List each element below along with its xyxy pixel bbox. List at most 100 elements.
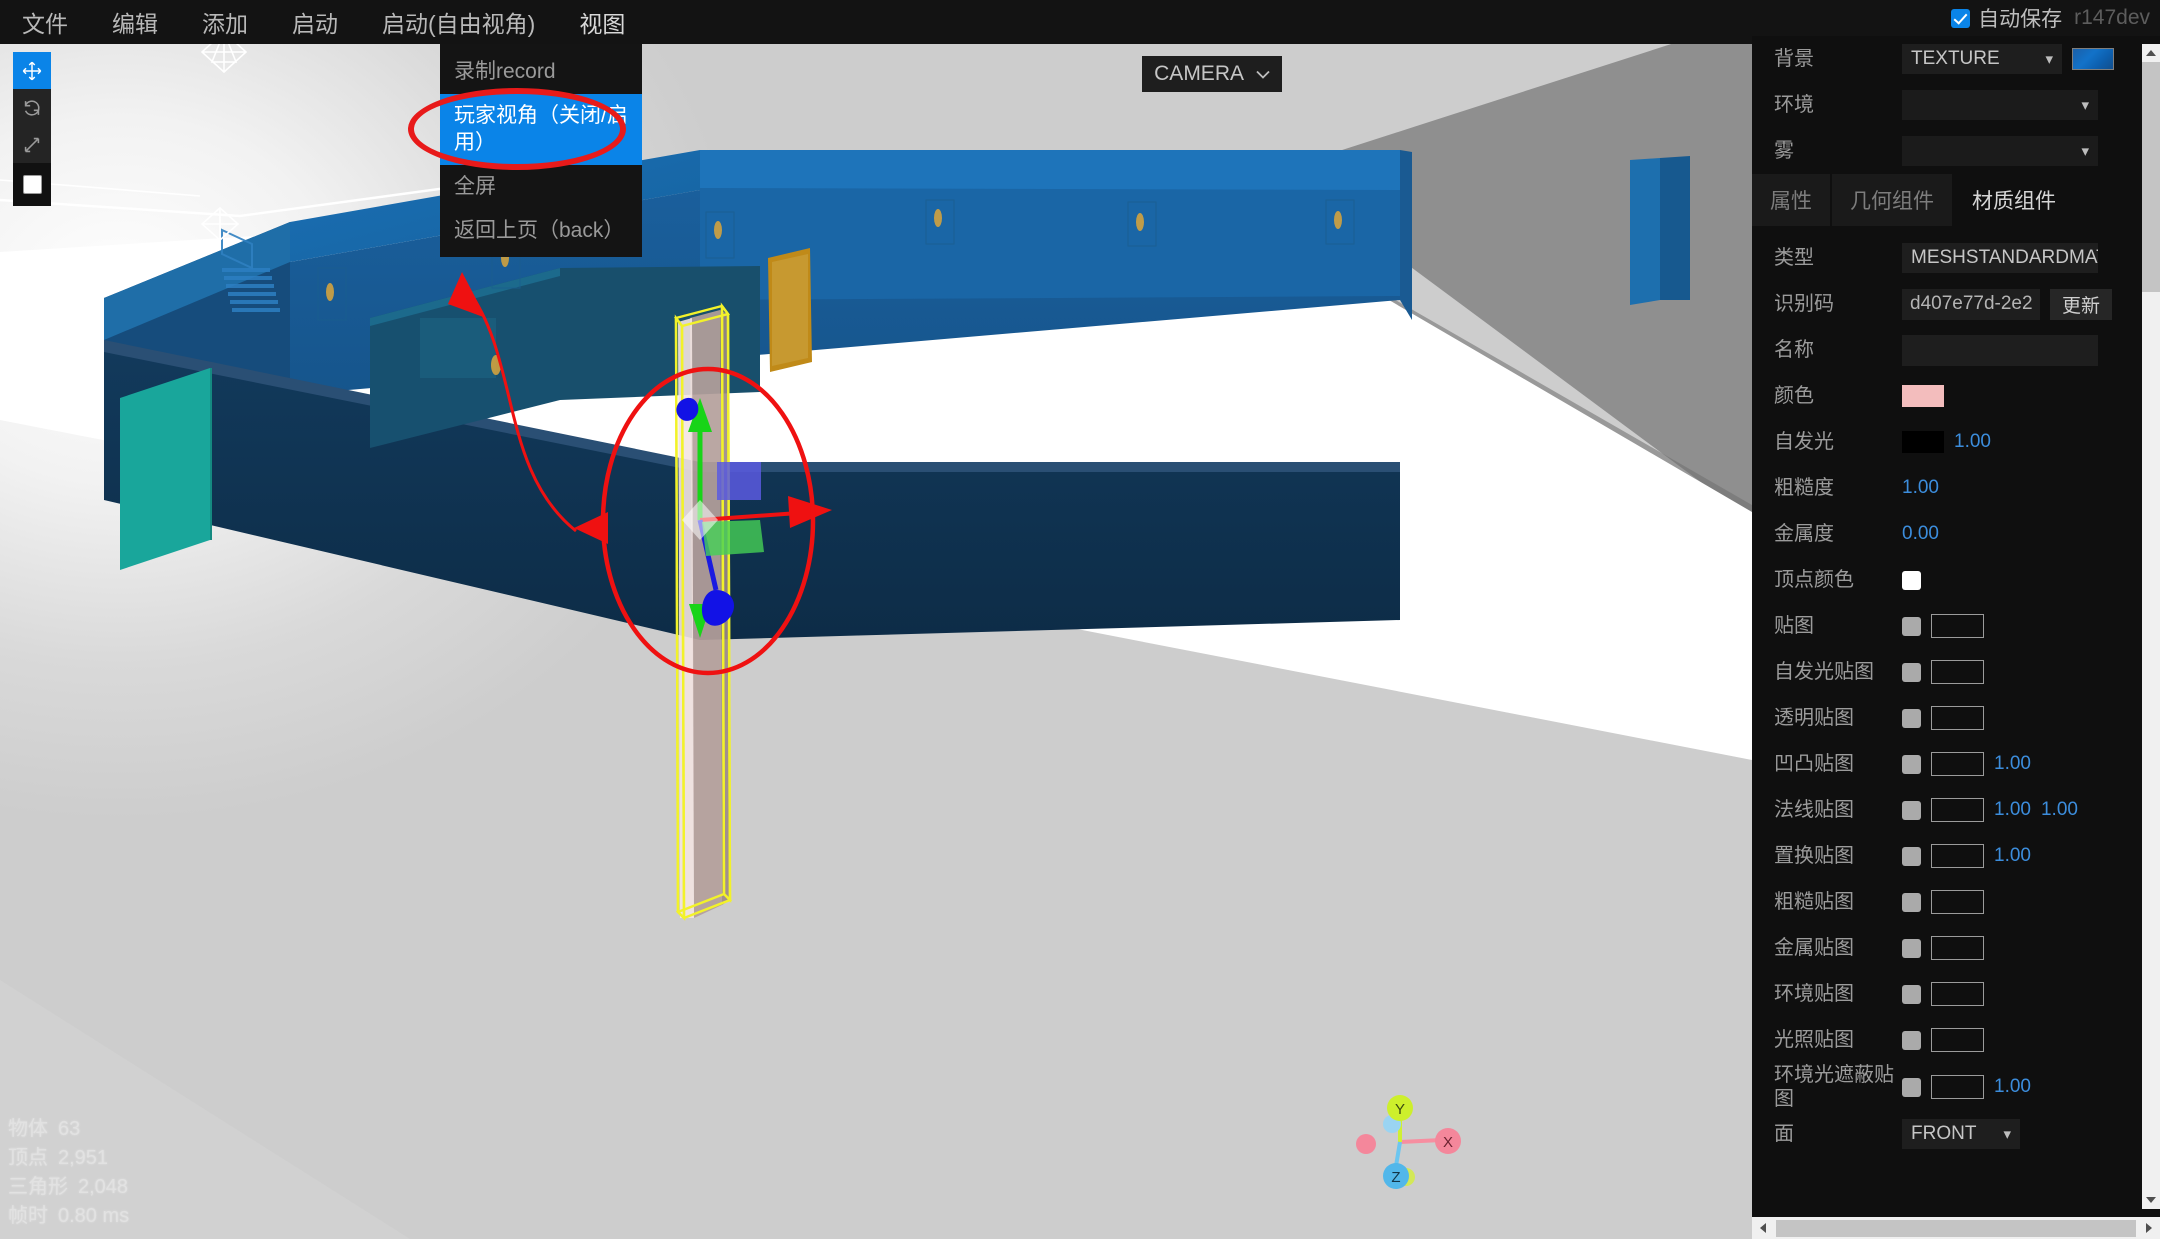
panel-vertical-scrollbar[interactable] <box>2142 44 2160 1209</box>
3d-viewport[interactable]: CAMERA 物体63 顶点2,951 三角形2,048 帧时0.80 ms Y… <box>0 0 1752 1239</box>
map-enable-checkbox[interactable] <box>1902 893 1921 912</box>
environment-select[interactable]: ▾ <box>1902 90 2098 120</box>
menu-play-free[interactable]: 启动(自由视角) <box>360 0 557 44</box>
horizontal-scroll-thumb[interactable] <box>1776 1220 2136 1237</box>
label-fog: 雾 <box>1774 139 1902 163</box>
scroll-left-button[interactable] <box>1752 1217 1774 1239</box>
map-texture-slot[interactable] <box>1931 798 1984 822</box>
label-map: 法线贴图 <box>1774 798 1902 822</box>
map-scale-value[interactable]: 1.00 <box>1994 1076 2031 1098</box>
view-menu-dropdown[interactable]: 录制record 玩家视角（关闭/启用） 全屏 返回上页（back） <box>440 44 642 257</box>
menu-play[interactable]: 启动 <box>270 0 360 44</box>
map-enable-checkbox[interactable] <box>1902 755 1921 774</box>
properties-panel[interactable]: 自动保存 r147dev 背景 TEXTURE ▾ 环境 ▾ <box>1752 0 2160 1239</box>
material-name-input[interactable] <box>1902 335 2098 366</box>
menu-item-back[interactable]: 返回上页（back） <box>440 209 642 253</box>
map-scale-value[interactable]: 1.00 <box>1994 753 2031 775</box>
material-metalness-value[interactable]: 0.00 <box>1902 523 1939 545</box>
map-enable-checkbox[interactable] <box>1902 617 1921 636</box>
material-emissive-swatch[interactable] <box>1902 431 1944 453</box>
scroll-up-button[interactable] <box>2142 44 2160 62</box>
menu-edit[interactable]: 编辑 <box>90 0 180 44</box>
map-enable-checkbox[interactable] <box>1902 1078 1921 1097</box>
tab-properties[interactable]: 属性 <box>1752 174 1830 226</box>
background-texture-swatch[interactable] <box>2072 48 2114 70</box>
menu-add[interactable]: 添加 <box>180 0 270 44</box>
row-map: 置换贴图1.00 <box>1752 833 2160 879</box>
tab-material[interactable]: 材质组件 <box>1954 174 2074 226</box>
material-roughness-value[interactable]: 1.00 <box>1902 477 1939 499</box>
autosave-checkbox[interactable] <box>1951 9 1970 28</box>
menu-item-fullscreen[interactable]: 全屏 <box>440 165 642 209</box>
label-material-roughness: 粗糙度 <box>1774 476 1902 500</box>
row-environment: 环境 ▾ <box>1752 82 2160 128</box>
viewport-stats: 物体63 顶点2,951 三角形2,048 帧时0.80 ms <box>8 1115 129 1231</box>
camera-select[interactable]: CAMERA <box>1142 56 1282 92</box>
map-enable-checkbox[interactable] <box>1902 801 1921 820</box>
scroll-right-button[interactable] <box>2138 1217 2160 1239</box>
background-type-select[interactable]: TEXTURE ▾ <box>1902 44 2062 74</box>
label-background: 背景 <box>1774 47 1902 71</box>
label-material-color: 颜色 <box>1774 384 1902 408</box>
rotate-tool-button[interactable] <box>13 89 51 126</box>
viewport-scene <box>0 0 1752 1239</box>
menu-item-player-view[interactable]: 玩家视角（关闭/启用） <box>440 94 642 165</box>
axis-gizmo[interactable]: Y X Z <box>1342 1084 1462 1194</box>
material-panel-scroll[interactable]: 类型 MESHSTANDARDMAT ▾ 识别码 更新 <box>1752 226 2160 1239</box>
map-enable-checkbox[interactable] <box>1902 1031 1921 1050</box>
chevron-down-icon: ▾ <box>2081 142 2089 160</box>
menu-bar[interactable]: 文件 编辑 添加 启动 启动(自由视角) 视图 <box>0 0 1752 44</box>
label-map: 透明贴图 <box>1774 706 1902 730</box>
map-texture-slot[interactable] <box>1931 890 1984 914</box>
panel-horizontal-scrollbar[interactable] <box>1752 1217 2160 1239</box>
svg-text:Y: Y <box>1395 1101 1405 1118</box>
fog-select[interactable]: ▾ <box>1902 136 2098 166</box>
local-space-toggle[interactable] <box>13 163 51 206</box>
row-material-roughness: 粗糙度 1.00 <box>1752 465 2160 511</box>
vertex-colors-checkbox[interactable] <box>1902 571 1921 590</box>
map-enable-checkbox[interactable] <box>1902 663 1921 682</box>
label-vertex-colors: 顶点颜色 <box>1774 568 1902 592</box>
map-texture-slot[interactable] <box>1931 752 1984 776</box>
map-scale-value[interactable]: 1.00 <box>1994 845 2031 867</box>
move-tool-button[interactable] <box>13 52 51 89</box>
menu-item-record[interactable]: 录制record <box>440 50 642 94</box>
update-uuid-button[interactable]: 更新 <box>2050 289 2112 320</box>
material-emissive-intensity[interactable]: 1.00 <box>1954 431 1991 453</box>
scroll-down-button[interactable] <box>2142 1191 2160 1209</box>
map-enable-checkbox[interactable] <box>1902 847 1921 866</box>
map-scale-value[interactable]: 1.00 <box>1994 799 2031 821</box>
map-texture-slot[interactable] <box>1931 1028 1984 1052</box>
menu-view[interactable]: 视图 <box>557 0 647 44</box>
map-texture-slot[interactable] <box>1931 844 1984 868</box>
tab-geometry[interactable]: 几何组件 <box>1832 174 1952 226</box>
material-type-select[interactable]: MESHSTANDARDMAT ▾ <box>1902 243 2098 273</box>
label-map: 金属贴图 <box>1774 936 1902 960</box>
map-texture-slot[interactable] <box>1931 936 1984 960</box>
row-material-type: 类型 MESHSTANDARDMAT ▾ <box>1752 235 2160 281</box>
material-side-select[interactable]: FRONT ▾ <box>1902 1119 2020 1149</box>
map-enable-checkbox[interactable] <box>1902 939 1921 958</box>
vertical-scroll-thumb[interactable] <box>2142 62 2160 292</box>
map-texture-slot[interactable] <box>1931 982 1984 1006</box>
row-map: 金属贴图 <box>1752 925 2160 971</box>
menu-file[interactable]: 文件 <box>0 0 90 44</box>
map-enable-checkbox[interactable] <box>1902 709 1921 728</box>
transform-toolbar[interactable] <box>13 52 51 206</box>
label-map: 粗糙贴图 <box>1774 890 1902 914</box>
map-texture-slot[interactable] <box>1931 660 1984 684</box>
svg-text:X: X <box>1443 1134 1453 1151</box>
material-uuid-input[interactable] <box>1902 289 2040 320</box>
map-scale-value[interactable]: 1.00 <box>2041 799 2078 821</box>
label-material-side: 面 <box>1774 1122 1902 1146</box>
map-enable-checkbox[interactable] <box>1902 985 1921 1004</box>
scale-tool-button[interactable] <box>13 126 51 163</box>
material-color-swatch[interactable] <box>1902 385 1944 407</box>
map-texture-slot[interactable] <box>1931 706 1984 730</box>
row-background: 背景 TEXTURE ▾ <box>1752 36 2160 82</box>
label-map: 凹凸贴图 <box>1774 752 1902 776</box>
axis-neg-x[interactable] <box>1356 1134 1376 1154</box>
panel-tabs[interactable]: 属性 几何组件 材质组件 <box>1752 174 2160 226</box>
map-texture-slot[interactable] <box>1931 614 1984 638</box>
map-texture-slot[interactable] <box>1931 1075 1984 1099</box>
